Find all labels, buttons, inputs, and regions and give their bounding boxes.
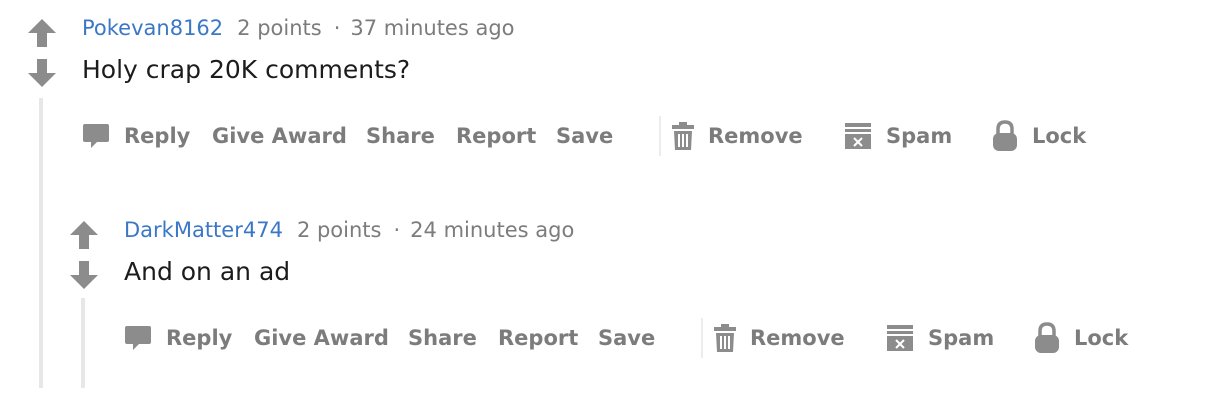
vote-column xyxy=(26,18,58,90)
share-button[interactable]: Share xyxy=(408,318,477,358)
reply-button[interactable]: Reply xyxy=(124,318,232,358)
share-button[interactable]: Share xyxy=(366,116,435,156)
remove-label: Remove xyxy=(750,326,845,350)
reply-button[interactable]: Reply xyxy=(82,116,190,156)
save-button[interactable]: Save xyxy=(598,318,655,358)
give-award-label: Give Award xyxy=(212,124,347,148)
timestamp: 24 minutes ago xyxy=(410,218,575,242)
spam-box-icon xyxy=(845,123,871,149)
lock-button[interactable]: Lock xyxy=(1034,318,1128,358)
comment-thread: Pokevan8162 2 points · 37 minutes ago Holy … xyxy=(0,0,1206,416)
share-label: Share xyxy=(366,124,435,148)
give-award-button[interactable]: Give Award xyxy=(254,318,389,358)
actions-divider xyxy=(659,116,661,156)
report-button[interactable]: Report xyxy=(456,116,536,156)
timestamp: 37 minutes ago xyxy=(350,16,515,40)
remove-button[interactable]: Remove xyxy=(672,116,803,156)
spam-button[interactable]: Spam xyxy=(844,116,952,156)
upvote-arrow-icon[interactable] xyxy=(68,220,100,252)
report-label: Report xyxy=(456,124,537,148)
report-label: Report xyxy=(498,326,579,350)
save-label: Save xyxy=(556,124,614,148)
spam-button[interactable]: Spam xyxy=(886,318,994,358)
comment-actions: Reply Give Award Share Report Save Remov… xyxy=(124,318,1174,358)
trash-icon xyxy=(672,122,694,150)
comment-meta: DarkMatter474 2 points · 24 minutes ago xyxy=(124,216,574,244)
remove-button[interactable]: Remove xyxy=(714,318,845,358)
comment-meta: Pokevan8162 2 points · 37 minutes ago xyxy=(82,14,515,42)
comment-darkmatter474: DarkMatter474 2 points · 24 minutes ago And… xyxy=(0,202,1206,416)
reply-label: Reply xyxy=(124,124,191,148)
give-award-button[interactable]: Give Award xyxy=(212,116,347,156)
comment-body: Holy crap 20K comments? xyxy=(82,55,411,84)
lock-label: Lock xyxy=(1032,124,1087,148)
lock-button[interactable]: Lock xyxy=(992,116,1086,156)
save-label: Save xyxy=(598,326,656,350)
trash-icon xyxy=(714,324,736,352)
downvote-arrow-icon[interactable] xyxy=(26,58,58,90)
comment-bubble-icon xyxy=(83,124,109,148)
points-count: 2 points xyxy=(237,16,322,40)
author-link[interactable]: Pokevan8162 xyxy=(82,16,223,40)
lock-icon xyxy=(993,120,1017,151)
share-label: Share xyxy=(408,326,477,350)
comment-pokevan8162: Pokevan8162 2 points · 37 minutes ago Holy … xyxy=(0,0,1206,190)
lock-label: Lock xyxy=(1074,326,1129,350)
save-button[interactable]: Save xyxy=(556,116,613,156)
vote-column xyxy=(68,220,100,292)
meta-separator: · xyxy=(393,218,401,242)
upvote-arrow-icon[interactable] xyxy=(26,18,58,50)
author-link[interactable]: DarkMatter474 xyxy=(124,218,283,242)
spam-box-icon xyxy=(887,325,913,351)
report-button[interactable]: Report xyxy=(498,318,578,358)
give-award-label: Give Award xyxy=(254,326,389,350)
points-count: 2 points xyxy=(296,218,382,242)
comment-body: And on an ad xyxy=(124,257,291,286)
reply-label: Reply xyxy=(166,326,233,350)
comment-bubble-icon xyxy=(125,326,151,350)
lock-icon xyxy=(1035,322,1059,353)
spam-label: Spam xyxy=(886,124,953,148)
downvote-arrow-icon[interactable] xyxy=(68,260,100,292)
comment-actions: Reply Give Award Share Report Save Remov… xyxy=(82,116,1132,156)
meta-separator: · xyxy=(333,16,341,40)
remove-label: Remove xyxy=(708,124,803,148)
actions-divider xyxy=(701,318,703,358)
spam-label: Spam xyxy=(928,326,995,350)
